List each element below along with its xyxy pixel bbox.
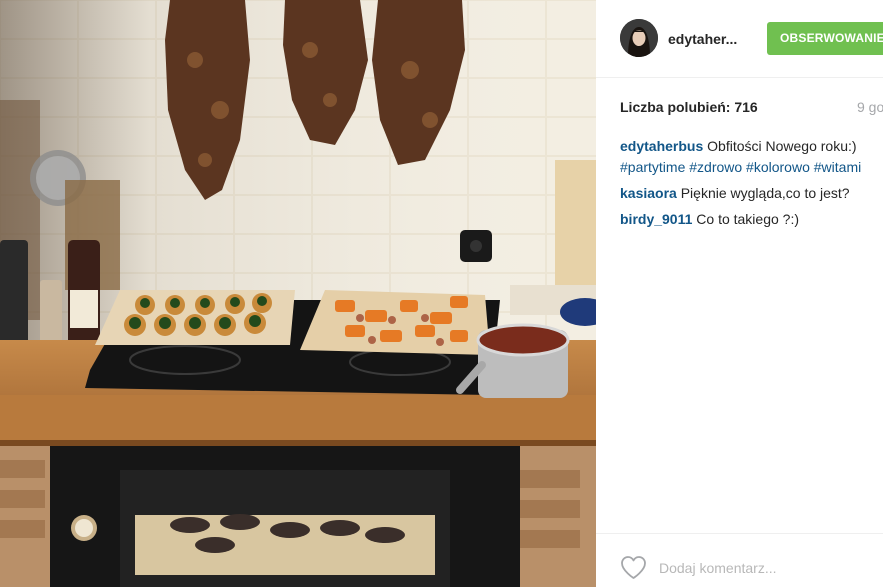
comment-username[interactable]: birdy_9011 [620, 211, 692, 227]
heart-icon [621, 556, 646, 579]
avatar[interactable] [620, 19, 658, 57]
likes-count[interactable]: Liczba polubień: 716 [620, 99, 758, 115]
comment-text: Pięknie wygląda,co to jest? [676, 185, 850, 201]
post-header: edytaher... OBSERWOWANIE [596, 0, 883, 78]
comment-item: birdy_9011 Co to takiego ?:) [620, 209, 883, 230]
comment-text: Co to takiego ?:) [692, 211, 800, 227]
post-timestamp[interactable]: 9 go [857, 99, 883, 115]
likes-row: Liczba polubień: 716 9 go [620, 99, 883, 117]
caption-hashtags[interactable]: #partytime #zdrowo #kolorowo #witami [620, 157, 883, 178]
follow-button[interactable]: OBSERWOWANIE [767, 22, 883, 55]
post-photo[interactable] [0, 0, 596, 587]
avatar-photo-icon [620, 19, 658, 57]
add-comment-input[interactable] [659, 559, 869, 577]
caption-comment: edytaherbus Obfitości Nowego roku:) [620, 136, 883, 157]
comment-username[interactable]: kasiaora [620, 185, 677, 201]
author-username[interactable]: edytaher... [668, 31, 737, 47]
like-button[interactable] [620, 555, 647, 580]
post-footer [596, 533, 883, 587]
comment-username[interactable]: edytaherbus [620, 138, 703, 154]
comments-list: edytaherbus Obfitości Nowego roku:) #par… [620, 136, 883, 230]
kitchen-photo-illustration [0, 0, 596, 587]
comment-text: Obfitości Nowego roku:) [703, 138, 857, 154]
comment-item: kasiaora Pięknie wygląda,co to jest? [620, 183, 883, 204]
post-sidebar: edytaher... OBSERWOWANIE Liczba polubień… [596, 0, 883, 587]
